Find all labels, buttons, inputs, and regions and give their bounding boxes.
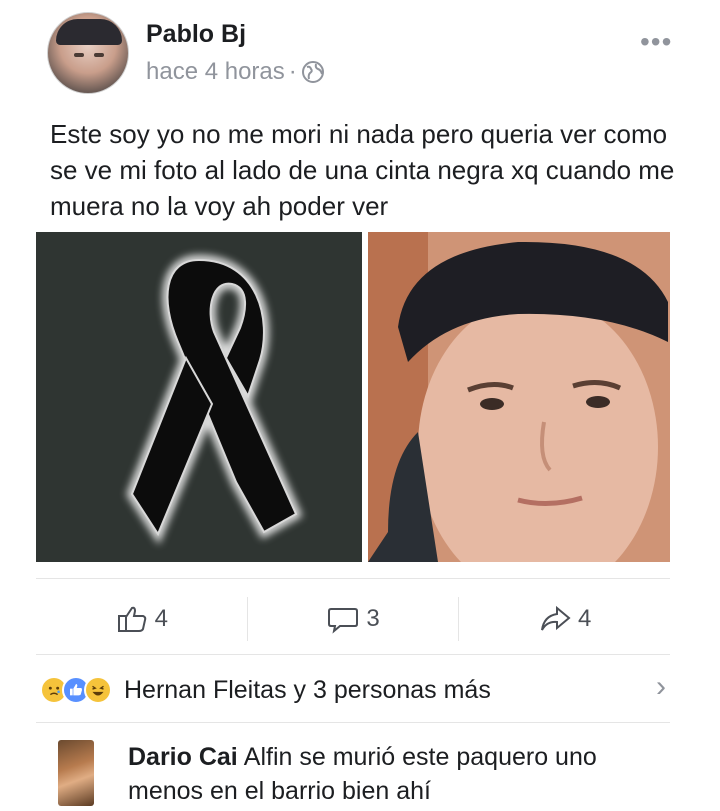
like-count: 4 <box>154 605 169 632</box>
haha-icon <box>84 676 112 704</box>
timestamp-separator: · <box>288 58 297 85</box>
comment-author[interactable]: Dario Cai <box>128 743 238 771</box>
chevron-right-icon[interactable]: › <box>656 670 666 704</box>
more-options-icon[interactable]: ••• <box>640 26 672 58</box>
post-text: Este soy yo no me mori ni nada pero quer… <box>50 119 675 221</box>
author-name[interactable]: Pablo Bj <box>146 20 246 49</box>
comment-body: Dario Cai Alfin se murió este paquero uno… <box>128 740 676 808</box>
timestamp-text: hace 4 horas <box>146 58 285 85</box>
reactions-text: Hernan Fleitas y 3 personas más <box>124 675 491 704</box>
avatar-cap <box>56 19 122 45</box>
post-timestamp[interactable]: hace 4 horas · <box>146 58 325 86</box>
commenter-avatar[interactable] <box>58 740 94 806</box>
black-ribbon-image[interactable] <box>36 232 362 562</box>
reaction-icons <box>40 676 112 704</box>
share-count-button[interactable]: 4 <box>459 590 670 648</box>
thumbs-up-icon <box>117 606 146 632</box>
divider <box>36 654 670 655</box>
comment-count-button[interactable]: 3 <box>248 590 459 648</box>
reactions-summary[interactable]: Hernan Fleitas y 3 personas más › <box>40 668 670 712</box>
share-icon <box>541 605 571 631</box>
divider <box>36 578 670 579</box>
comment-icon <box>328 608 359 634</box>
selfie-photo[interactable] <box>368 232 670 562</box>
globe-icon <box>301 60 325 84</box>
comment-count: 3 <box>366 605 380 632</box>
divider <box>36 722 670 723</box>
author-avatar[interactable] <box>47 12 129 94</box>
like-count-button[interactable]: 4 <box>36 590 247 648</box>
post-stats-row: 4 3 4 <box>36 590 670 648</box>
share-count: 4 <box>578 605 592 632</box>
comment: Dario Cai Alfin se murió este paquero uno… <box>36 726 676 811</box>
post-header: Pablo Bj hace 4 horas · ••• <box>0 0 720 110</box>
